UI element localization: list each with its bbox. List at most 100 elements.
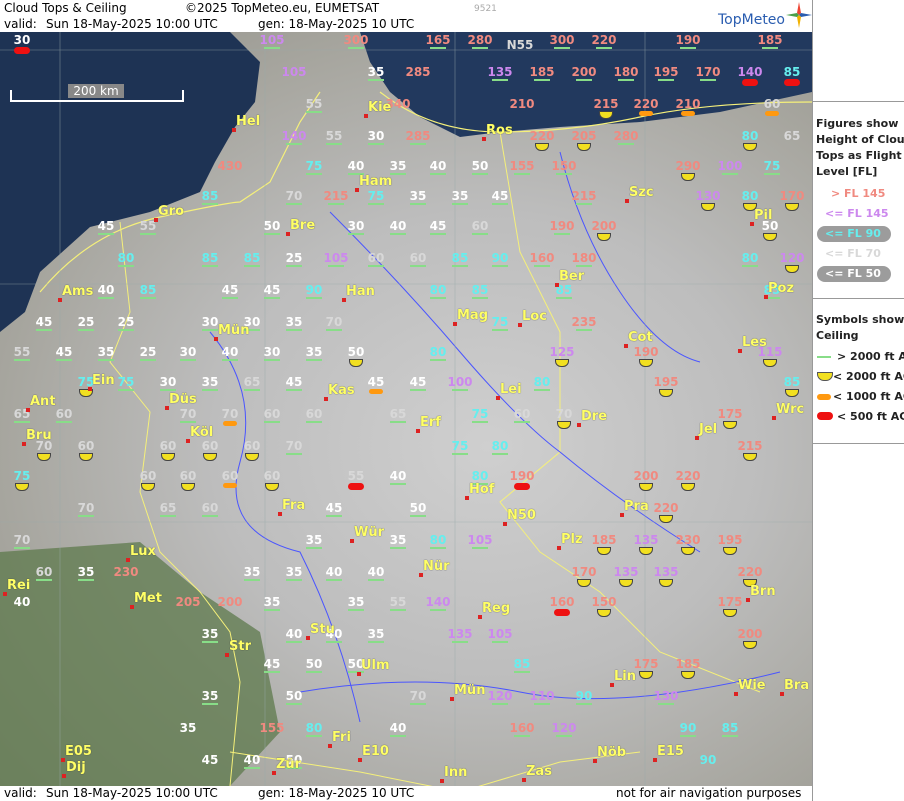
cloud-top-value: N55 <box>506 38 534 52</box>
ceiling-symbol <box>410 703 426 705</box>
cloud-top-value: 35 <box>243 565 261 579</box>
city-label: Wür <box>354 525 385 540</box>
satellite-map[interactable]: 200 km 30 105 300 165 280 N55 300 220 190 185 105 3… <box>0 32 812 786</box>
cloud-top-value: 235 <box>571 315 597 329</box>
ceiling-symbol <box>742 265 758 267</box>
city-label: Erf <box>420 415 441 430</box>
cloud-top-value: 155 <box>259 721 285 735</box>
cloud-top-value: 55 <box>325 129 343 143</box>
cloud-top-value: 135 <box>613 565 639 579</box>
cloud-top-value: 230 <box>675 533 701 547</box>
cloud-top-value: 90 <box>305 283 323 297</box>
ceiling-symbol <box>765 111 779 116</box>
cloud-top-value: 75 <box>367 189 385 203</box>
cloud-top-value: 35 <box>263 595 281 609</box>
cloud-top-value: 35 <box>367 65 385 79</box>
cloud-top-value: 200 <box>571 65 597 79</box>
ceiling-half-symbol <box>817 372 833 381</box>
cloud-top-value: 70 <box>325 315 343 329</box>
cloud-top-value: 220 <box>737 565 763 579</box>
cloud-top-value: 195 <box>717 533 743 547</box>
city-label: Ams <box>62 284 94 299</box>
cloud-top-value: 195 <box>653 375 679 389</box>
cloud-top-value: 35 <box>409 189 427 203</box>
cloud-top-value: 40 <box>221 345 239 359</box>
ceiling-symbol <box>410 203 426 205</box>
cloud-top-value: 80 <box>533 375 551 389</box>
ceiling-symbol <box>14 421 30 423</box>
city-label: Met <box>134 591 162 606</box>
cloud-top-value: 90 <box>491 251 509 265</box>
cloud-top-value: 60 <box>179 469 197 483</box>
ceiling-symbol <box>576 703 592 705</box>
city-label: Kas <box>328 383 355 398</box>
ceiling-symbol <box>222 297 238 299</box>
cloud-top-value: 160 <box>549 595 575 609</box>
cloud-top-value: 285 <box>405 65 431 79</box>
city-label: Bra <box>784 678 810 693</box>
ceiling-symbol <box>264 609 280 611</box>
cloud-top-value: 60 <box>763 97 781 111</box>
cloud-top-value: 45 <box>367 375 385 389</box>
ceiling-symbol <box>98 233 114 235</box>
cloud-top-value: 35 <box>179 721 197 735</box>
ceiling-symbol <box>223 421 237 426</box>
cloud-top-value: 25 <box>117 315 135 329</box>
ceiling-symbol <box>764 173 780 175</box>
cloud-top-value: 65 <box>159 501 177 515</box>
ceiling-symbol <box>430 609 446 611</box>
cloud-top-value: 150 <box>551 159 577 173</box>
ceiling-symbol <box>98 359 114 361</box>
cloud-top-value: 200 <box>217 595 243 609</box>
cloud-top-value: 290 <box>675 159 701 173</box>
cloud-top-value: 200 <box>737 627 763 641</box>
city-label: Ein <box>92 373 115 388</box>
cloud-top-value: 220 <box>653 501 679 515</box>
cloud-top-value: 50 <box>347 345 365 359</box>
cloud-top-value: 40 <box>389 219 407 233</box>
ceiling-symbol <box>452 265 468 267</box>
cloud-top-value: 200 <box>591 219 617 233</box>
cloud-top-value: 80 <box>429 283 447 297</box>
cloud-top-value: 40 <box>429 159 447 173</box>
ceiling-symbol <box>78 579 94 581</box>
city-label: Ros <box>486 123 513 138</box>
cloud-top-value: 60 <box>159 439 177 453</box>
ceiling-symbol <box>286 579 302 581</box>
ceiling-symbol <box>306 297 322 299</box>
legend-divider-2 <box>813 298 904 299</box>
cloud-top-value: 120 <box>779 251 805 265</box>
city-label: Cot <box>628 330 653 345</box>
city-label: Han <box>346 284 375 299</box>
cloud-top-value: 80 <box>471 469 489 483</box>
cloud-top-value: 45 <box>325 501 343 515</box>
cloud-top-value: 45 <box>429 219 447 233</box>
cloud-top-value: 35 <box>285 565 303 579</box>
city-label: E10 <box>362 744 389 759</box>
cloud-top-value: 210 <box>675 97 701 111</box>
ceiling-symbol <box>492 703 508 705</box>
ceiling-symbol <box>556 297 572 299</box>
ceiling-symbol <box>576 265 592 267</box>
cloud-top-value: 35 <box>305 345 323 359</box>
ceiling-symbol <box>264 297 280 299</box>
cloud-top-value: 80 <box>429 533 447 547</box>
city-label: Str <box>229 639 251 654</box>
cloud-top-value: 35 <box>305 533 323 547</box>
cloud-top-value: 80 <box>491 439 509 453</box>
city-label: Zas <box>526 764 552 779</box>
ceiling-symbol <box>680 735 696 737</box>
cloud-top-value: 50 <box>409 501 427 515</box>
legend-symbols-title: Symbols show Ceiling <box>816 313 904 342</box>
cloud-top-value: 85 <box>721 721 739 735</box>
ceiling-symbol <box>78 329 94 331</box>
ceiling-symbol <box>180 359 196 361</box>
city-label: Zür <box>276 757 302 772</box>
ceiling-symbol <box>14 547 30 549</box>
ceiling-symbol <box>658 703 674 705</box>
legend-ceiling-2000-plus: > 2000 ft AGL <box>837 350 904 363</box>
ceiling-symbol <box>534 389 550 391</box>
cloud-top-value: 80 <box>429 345 447 359</box>
cloud-top-value: 170 <box>695 65 721 79</box>
cloud-top-value: 280 <box>613 129 639 143</box>
